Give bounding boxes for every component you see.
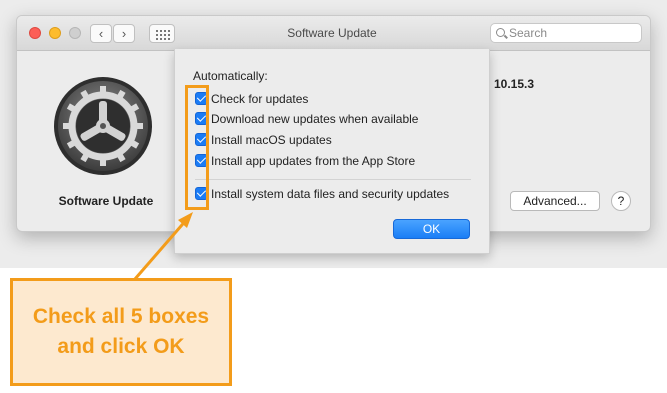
- instruction-callout: Check all 5 boxes and click OK: [10, 278, 232, 386]
- instruction-text: Check all 5 boxes and click OK: [32, 305, 210, 358]
